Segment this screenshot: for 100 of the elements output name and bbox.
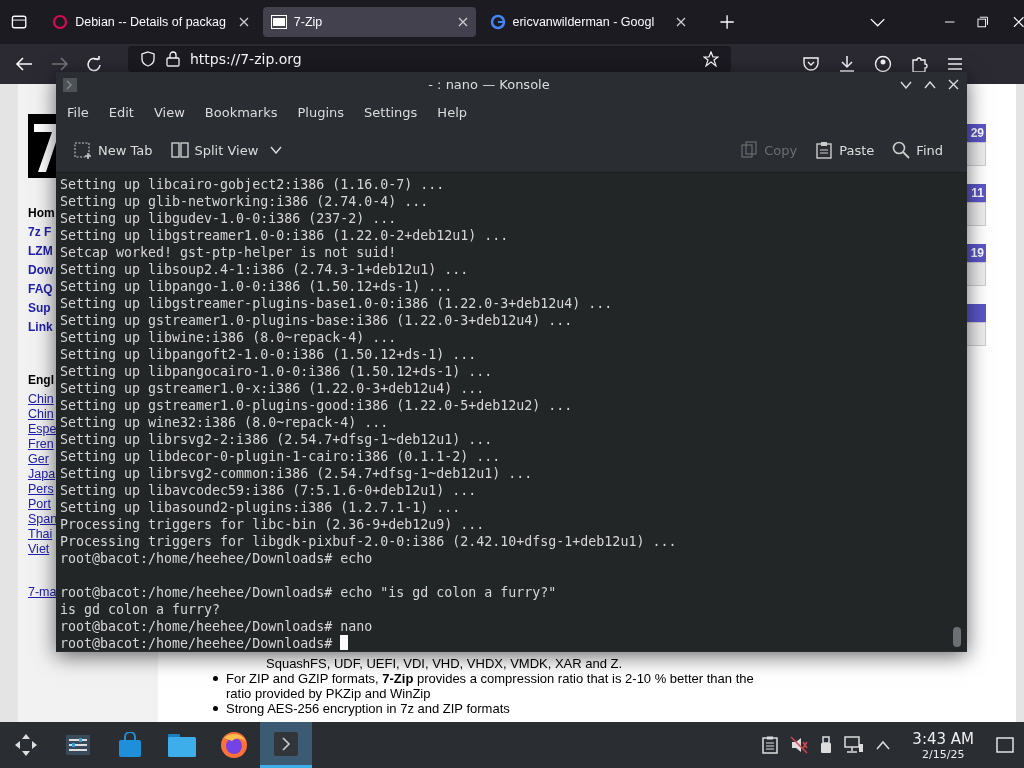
terminal-line: Setting up gstreamer1.0-x:i386 (1.22.0-3+deb12u4) ... [60,381,485,396]
feature-text: For ZIP and GZIP formats, 7-Zip provides a compression ratio that is 2-10 % better than the ratio provided by PKZip and WinZip [226,671,755,701]
folder-icon [167,732,197,758]
browser-tab[interactable]: ericvanwilderman - Googl [481,7,695,37]
usb-drive-icon[interactable] [820,736,833,754]
account-icon[interactable] [874,55,892,73]
shield-icon [140,51,156,67]
terminal-line: Setting up libdecor-0-plugin-1-cairo:i386 (0.1.1-2) ... [60,449,501,464]
menu-item[interactable]: View [146,101,192,124]
network-icon[interactable] [844,736,865,754]
language-link[interactable]: Fren [28,437,54,452]
terminal-line: Processing triggers for libc-bin (2.36-9+deb12u9) ... [60,517,485,532]
terminal-line: Setting up libsoup2.4-1:i386 (2.74.3-1+deb12u1) ... [60,262,469,277]
footer-link[interactable]: 7-ma [28,585,57,600]
terminal-line: Setting up libgstreamer1.0-0:i386 (1.22.0-2+deb12u1) ... [60,228,509,243]
search-icon [892,141,911,159]
terminal-icon [273,730,299,757]
nav-link[interactable]: Dow [28,261,54,280]
pocket-icon[interactable] [802,55,820,73]
show-desktop-icon[interactable] [996,737,1014,753]
clock-date[interactable]: 2/15/25 [921,747,965,761]
terminal-line: Setting up librsvg2-common:i386 (2.54.7+dfsg-1~deb12u1) ... [60,466,533,481]
language-link[interactable]: Thai [28,527,53,542]
toolbar-button[interactable]: Find [888,136,947,164]
menu-icon[interactable] [946,55,964,73]
language-link[interactable]: Pers [28,482,54,497]
download-icon[interactable] [838,55,856,73]
language-link[interactable]: Port [28,497,51,512]
clipboard-icon [815,141,834,159]
clock-time[interactable]: 3:43 AM [912,729,974,748]
menu-item[interactable]: File [60,101,96,124]
chevron-down-icon [270,146,283,154]
language-link[interactable]: Espe [28,422,57,437]
language-link[interactable]: Ger [28,452,49,467]
chevron-up-icon[interactable] [924,80,936,89]
logo-icon [270,15,287,29]
terminal-line: Setcap worked! gst-ptp-helper is not suid! [60,245,397,260]
close-icon[interactable] [457,17,468,27]
toolbar-button[interactable]: Paste [811,136,879,164]
terminal-line: Setting up gstreamer1.0-plugins-good:i386 (1.22.0-5+deb12u2) ... [60,398,573,413]
language-link[interactable]: Viet [28,542,50,557]
language-link[interactable]: Japa [28,467,56,482]
scrollbar-thumb[interactable] [953,627,961,647]
terminal-line: root@bacot:/home/heehee/Downloads# [60,636,333,651]
terminal-line: Setting up libgudev-1.0-0:i386 (237-2) ... [60,211,397,226]
bullet-icon [213,676,218,681]
star-icon[interactable] [703,51,719,67]
terminal-line: Processing triggers for libgdk-pixbuf-2.0-0:i386 (2.42.10+dfsg-1+deb12u1) ... [60,534,677,549]
chevron-down-icon[interactable] [900,80,912,89]
menu-item[interactable]: Help [430,101,474,124]
toolbar-button[interactable]: New Tab [70,136,157,164]
copy-icon [740,141,759,159]
terminal-line: root@bacot:/home/heehee/Downloads# nano [60,619,373,634]
terminal-line: root@bacot:/home/heehee/Downloads# echo "is gd colon a furry?" [60,585,557,600]
toolbar-button[interactable]: Split View [166,136,287,164]
konsole-icon [62,76,78,93]
feature-text: Strong AES-256 encryption in 7z and ZIP formats [226,701,510,716]
lock-icon [166,51,180,67]
launcher-icon [13,732,39,758]
nav-link[interactable]: Sup [28,299,51,318]
shopping-bag-icon [117,732,143,758]
terminal-line: Setting up libwine:i386 (8.0~repack-4) ... [60,330,397,345]
terminal-line: Setting up libcairo-gobject2:i386 (1.16.0-7) ... [60,177,445,192]
menu-item[interactable]: Edit [101,101,141,124]
firefox-icon [219,730,249,760]
restore-icon[interactable] [977,16,989,28]
nav-link[interactable]: 7z F [28,223,52,242]
menu-item[interactable]: Settings [357,101,425,124]
terminal-line: Setting up librsvg2-2:i386 (2.54.7+dfsg-1~deb12u1) ... [60,432,493,447]
chevron-up-icon[interactable] [876,740,891,750]
language-link[interactable]: Chin [28,392,54,407]
split-view-icon [170,141,189,159]
clipboard-icon[interactable] [762,736,779,754]
feature-text: SquashFS, UDF, UEFI, VDI, VHD, VHDX, VMDK, XAR and Z. [266,656,623,671]
text-cursor [340,635,349,650]
browser-tab[interactable]: Debian -- Details of packag [44,7,257,37]
terminal-line: Setting up wine32:i386 (8.0~repack-4) ... [60,415,389,430]
muted-speaker-icon[interactable] [790,736,809,754]
menu-item[interactable]: Plugins [290,101,352,124]
menu-heading: Hom [28,205,55,222]
close-icon[interactable] [676,17,687,27]
terminal-line: Setting up libgstreamer-plugins-base1.0-0:i386 (1.22.0-3+deb12u4) ... [60,296,613,311]
menu-heading: Engl [28,372,54,389]
puzzle-icon[interactable] [910,55,928,73]
nav-link[interactable]: FAQ [28,280,53,299]
close-icon[interactable] [238,17,249,27]
browser-tab[interactable]: 7-Zip [262,7,476,37]
close-icon[interactable] [948,79,959,90]
window-title: - : nano — Konsole [427,77,551,92]
new-tab-icon [74,141,92,159]
address-bar[interactable]: https://7-zip.org [128,46,731,72]
menu-item[interactable]: Bookmarks [197,101,285,124]
terminal-line: Setting up libpangocairo-1.0-0:i386 (1.50.12+ds-1) ... [60,364,493,379]
language-link[interactable]: Span [28,512,58,527]
sliders-icon [65,734,91,756]
nav-link[interactable]: LZM [28,242,53,261]
language-link[interactable]: Chin [28,407,54,422]
taskbar-app[interactable] [260,722,312,768]
terminal-line: Setting up libasound2-plugins:i386 (1.2.7.1-1) ... [60,500,461,515]
nav-link[interactable]: Link [28,318,53,337]
